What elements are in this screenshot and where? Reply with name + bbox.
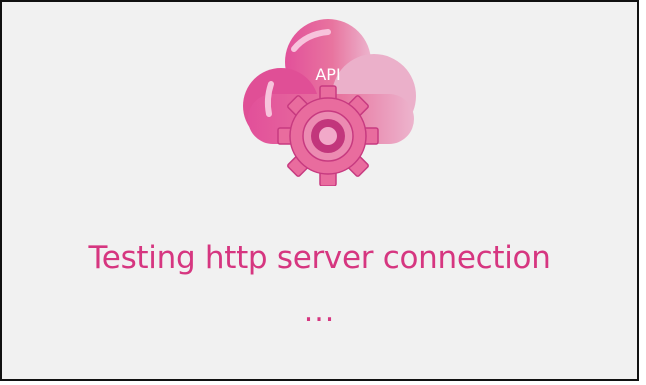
cloud-api-gear-icon: API: [243, 19, 416, 186]
gear-icon: [277, 85, 379, 186]
api-label: API: [315, 65, 340, 84]
loading-ellipsis: ...: [303, 294, 336, 329]
status-message: Testing http server connection: [88, 240, 551, 276]
connection-test-dialog: API Testing http server connection ...: [0, 0, 639, 381]
